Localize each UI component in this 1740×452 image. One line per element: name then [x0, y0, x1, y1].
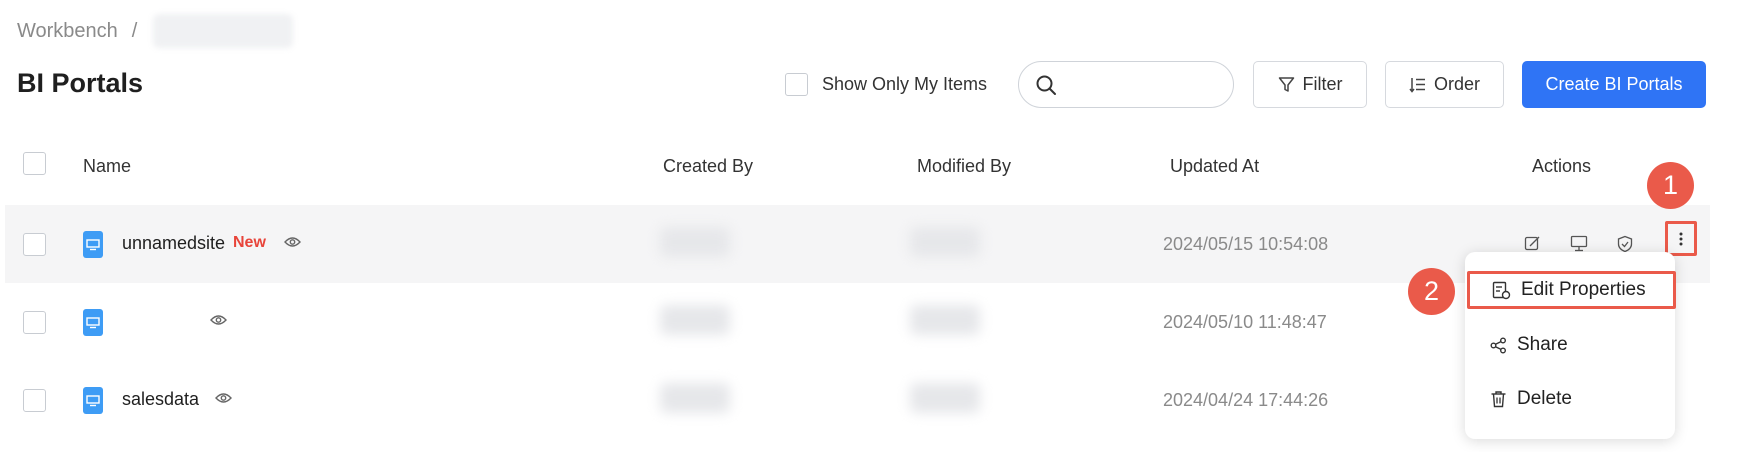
filter-button-label: Filter — [1302, 74, 1343, 94]
more-actions-button[interactable] — [1665, 221, 1697, 256]
column-header-created-by[interactable]: Created By — [663, 156, 753, 177]
row-name[interactable]: salesdata — [122, 389, 199, 410]
row-name[interactable]: unnamedsite — [122, 233, 225, 254]
callout-step-2: 2 — [1408, 268, 1455, 315]
menu-item-label: Delete — [1517, 388, 1572, 409]
menu-item-label: Edit Properties — [1521, 279, 1646, 300]
share-icon — [1490, 337, 1506, 353]
column-header-modified-by[interactable]: Modified By — [917, 156, 1011, 177]
search-box[interactable] — [1018, 61, 1234, 108]
breadcrumb-current-blurred — [153, 14, 294, 48]
search-icon — [1036, 75, 1056, 95]
edit-properties-icon — [1492, 281, 1511, 299]
portal-icon — [83, 309, 103, 336]
show-only-my-items[interactable]: Show Only My Items — [785, 73, 987, 96]
table-row[interactable]: salesdata 2024/04/24 17:44:26 — [5, 361, 1710, 439]
filter-button[interactable]: Filter — [1253, 61, 1367, 108]
created-by-blurred — [660, 383, 730, 413]
table-row[interactable]: unnamedsite New 2024/05/15 10:54:08 — [5, 205, 1710, 283]
preview-monitor-icon[interactable] — [1570, 235, 1588, 252]
created-by-blurred — [660, 227, 730, 257]
shield-icon[interactable] — [1617, 235, 1633, 253]
column-header-actions: Actions — [1532, 156, 1592, 176]
modified-by-blurred — [910, 227, 980, 257]
show-only-my-items-label: Show Only My Items — [822, 74, 988, 94]
eye-icon[interactable] — [215, 391, 232, 405]
column-header-updated-at[interactable]: Updated At — [1170, 156, 1259, 177]
row-updated-at: 2024/04/24 17:44:26 — [1163, 390, 1329, 410]
eye-icon[interactable] — [210, 313, 227, 327]
modified-by-blurred — [910, 383, 980, 413]
portal-icon — [83, 387, 103, 414]
trash-icon — [1491, 391, 1506, 408]
modified-by-blurred — [910, 305, 980, 335]
more-actions-menu: Edit Properties Share Delete — [1465, 252, 1676, 439]
order-button-label: Order — [1433, 74, 1480, 94]
order-button[interactable]: Order — [1385, 61, 1504, 108]
filter-icon — [1278, 77, 1294, 92]
breadcrumb: Workbench / — [17, 14, 294, 48]
menu-item-delete[interactable]: Delete — [1465, 373, 1675, 425]
portal-icon — [83, 231, 103, 258]
row-updated-at: 2024/05/10 11:48:47 — [1163, 312, 1327, 332]
row-checkbox[interactable] — [23, 233, 46, 256]
breadcrumb-separator: / — [131, 19, 138, 42]
new-badge: New — [233, 234, 266, 251]
eye-icon[interactable] — [284, 235, 301, 249]
show-only-my-items-checkbox[interactable] — [785, 73, 808, 96]
menu-item-share[interactable]: Share — [1465, 319, 1675, 371]
menu-item-edit-properties[interactable]: Edit Properties — [1467, 271, 1676, 309]
row-checkbox[interactable] — [23, 311, 46, 334]
table-header: Name Created By Modified By Updated At A… — [0, 135, 1740, 195]
callout-step-1: 1 — [1647, 162, 1694, 209]
row-updated-at: 2024/05/15 10:54:08 — [1163, 234, 1329, 254]
more-vertical-icon — [1679, 232, 1683, 245]
menu-item-label: Share — [1517, 334, 1568, 355]
edit-icon[interactable] — [1524, 235, 1541, 252]
search-input[interactable] — [1067, 74, 1217, 95]
select-all-checkbox[interactable] — [23, 152, 46, 175]
breadcrumb-workbench[interactable]: Workbench — [17, 20, 118, 43]
column-header-name[interactable]: Name — [83, 156, 131, 177]
toolbar: Show Only My Items Filter Order Create B… — [0, 61, 1740, 109]
created-by-blurred — [660, 305, 730, 335]
create-bi-portals-button[interactable]: Create BI Portals — [1522, 61, 1706, 108]
row-checkbox[interactable] — [23, 389, 46, 412]
sort-icon — [1409, 78, 1425, 93]
